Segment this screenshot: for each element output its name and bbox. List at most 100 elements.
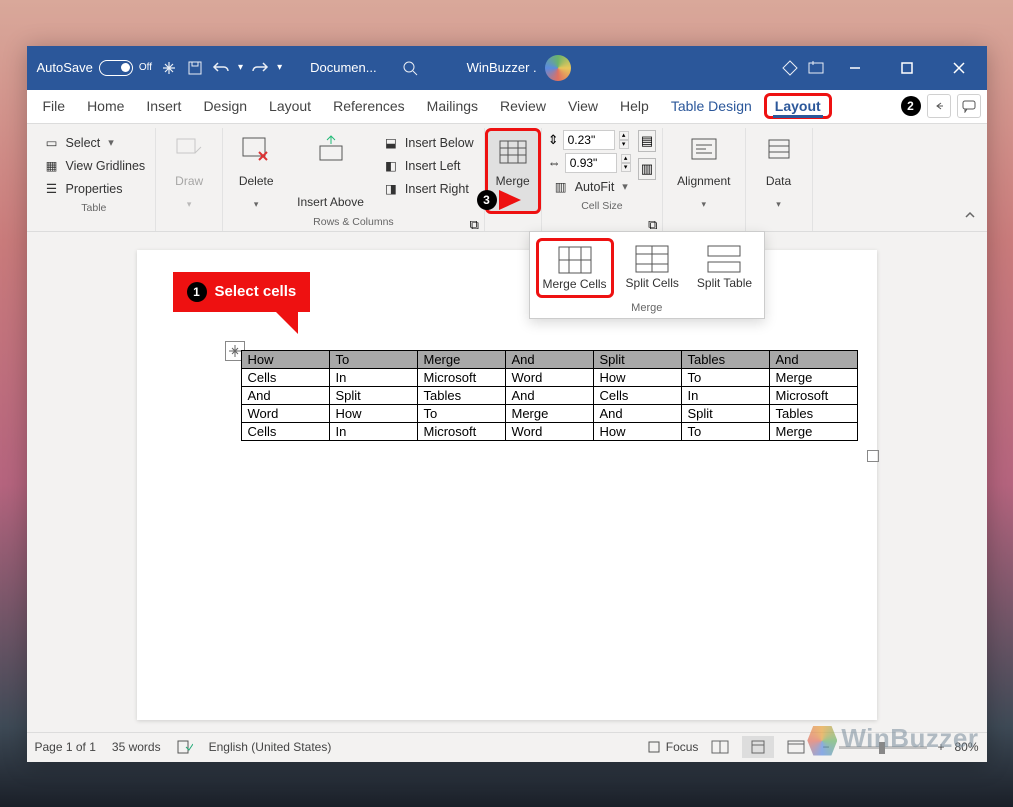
row-height-input[interactable]: ⇕ ▴▾ [548,130,632,150]
tab-view[interactable]: View [558,94,608,118]
table-cell[interactable]: And [241,386,329,404]
tab-design[interactable]: Design [193,94,257,118]
data-button[interactable]: Data ▾ [752,128,806,214]
zoom-slider[interactable] [839,746,927,749]
table-cell[interactable]: Tables [417,386,505,404]
table-cell[interactable]: Word [241,404,329,422]
print-layout-button[interactable] [742,736,774,758]
split-cells-button[interactable]: Split Cells [620,238,685,298]
table-row[interactable]: HowToMergeAndSplitTablesAnd [241,350,857,368]
table-cell[interactable]: Merge [769,368,857,386]
table-cell[interactable]: To [681,368,769,386]
zoom-in-button[interactable]: + [933,740,948,754]
sync-icon[interactable] [160,59,178,77]
tab-layout[interactable]: Layout [259,94,321,118]
dialog-launcher-cellsize[interactable]: ⧉ [648,217,660,229]
tab-mailings[interactable]: Mailings [417,94,488,118]
insert-below-button[interactable]: ⬓Insert Below [378,132,478,154]
table-cell[interactable]: Cells [593,386,681,404]
close-button[interactable] [937,46,981,90]
table-cell[interactable]: In [329,422,417,440]
search-icon[interactable] [401,59,419,77]
distribute-cols-button[interactable]: ▥ [638,158,656,180]
word-table[interactable]: HowToMergeAndSplitTablesAndCellsInMicros… [241,350,858,441]
select-button[interactable]: ▭Select▾ [39,132,150,154]
table-row[interactable]: CellsInMicrosoftWordHowToMerge [241,422,857,440]
table-cell[interactable]: Word [505,422,593,440]
tab-file[interactable]: File [33,94,76,118]
split-table-button[interactable]: Split Table [691,238,758,298]
table-cell[interactable]: How [593,422,681,440]
document-area[interactable]: 1 Select cells HowToMergeAndSplitTablesA… [27,232,987,732]
autosave-toggle[interactable]: AutoSave Off [37,60,153,76]
tab-review[interactable]: Review [490,94,556,118]
spin-down[interactable]: ▾ [619,140,629,149]
table-row[interactable]: CellsInMicrosoftWordHowToMerge [241,368,857,386]
properties-button[interactable]: ☰Properties [39,178,150,200]
table-cell[interactable]: Merge [505,404,593,422]
insert-right-button[interactable]: ◨Insert Right [378,178,478,200]
tab-table-design[interactable]: Table Design [661,94,762,118]
table-cell[interactable]: Tables [681,350,769,368]
table-cell[interactable]: Word [505,368,593,386]
table-cell[interactable]: Split [593,350,681,368]
language-indicator[interactable]: English (United States) [209,740,332,754]
distribute-rows-button[interactable]: ▤ [638,130,656,152]
table-cell[interactable]: Microsoft [769,386,857,404]
autofit-button[interactable]: ▥AutoFit▾ [548,176,632,198]
tab-layout-context[interactable]: Layout [764,93,832,119]
focus-mode-button[interactable]: Focus [647,740,699,754]
spin-up[interactable]: ▴ [621,154,631,163]
table-cell[interactable]: Merge [769,422,857,440]
table-cell[interactable]: And [593,404,681,422]
table-cell[interactable]: Tables [769,404,857,422]
table-cell[interactable]: And [769,350,857,368]
alignment-button[interactable]: Alignment ▾ [669,128,738,214]
share-button[interactable] [927,94,951,118]
table-cell[interactable]: To [329,350,417,368]
table-cell[interactable]: How [241,350,329,368]
zoom-out-button[interactable]: − [818,740,833,754]
table-cell[interactable]: And [505,350,593,368]
maximize-button[interactable] [885,46,929,90]
merge-cells-button[interactable]: Merge Cells [536,238,614,298]
tab-help[interactable]: Help [610,94,659,118]
table-cell[interactable]: And [505,386,593,404]
col-width-input[interactable]: ⇔ ▴▾ [548,153,632,173]
read-mode-button[interactable] [704,736,736,758]
table-cell[interactable]: How [593,368,681,386]
diamond-icon[interactable] [781,59,799,77]
zoom-level[interactable]: 80% [954,740,978,754]
minimize-button[interactable] [833,46,877,90]
table-cell[interactable]: Microsoft [417,422,505,440]
word-count[interactable]: 35 words [112,740,161,754]
comments-button[interactable] [957,94,981,118]
spin-down[interactable]: ▾ [621,163,631,172]
tab-home[interactable]: Home [77,94,134,118]
save-icon[interactable] [186,59,204,77]
spellcheck-icon[interactable] [177,740,193,754]
table-row[interactable]: WordHowToMergeAndSplitTables [241,404,857,422]
table-cell[interactable]: Cells [241,422,329,440]
table-cell[interactable]: In [681,386,769,404]
dialog-launcher-rowscols[interactable]: ⧉ [470,217,482,229]
table-cell[interactable]: How [329,404,417,422]
delete-button[interactable]: Delete ▾ [229,128,283,214]
insert-above-button[interactable]: Insert Above [289,128,372,214]
table-cell[interactable]: Split [329,386,417,404]
spin-up[interactable]: ▴ [619,131,629,140]
table-row[interactable]: AndSplitTablesAndCellsInMicrosoft [241,386,857,404]
insert-left-button[interactable]: ◧Insert Left [378,155,478,177]
ribbon-options-icon[interactable] [807,59,825,77]
tab-insert[interactable]: Insert [136,94,191,118]
draw-button[interactable]: Draw ▾ [162,128,216,214]
undo-icon[interactable] [212,59,230,77]
table-cell[interactable]: To [417,404,505,422]
table-cell[interactable]: Microsoft [417,368,505,386]
table-cell[interactable]: To [681,422,769,440]
table-cell[interactable]: Merge [417,350,505,368]
table-cell[interactable]: Split [681,404,769,422]
tab-references[interactable]: References [323,94,415,118]
view-gridlines-button[interactable]: ▦View Gridlines [39,155,150,177]
web-layout-button[interactable] [780,736,812,758]
